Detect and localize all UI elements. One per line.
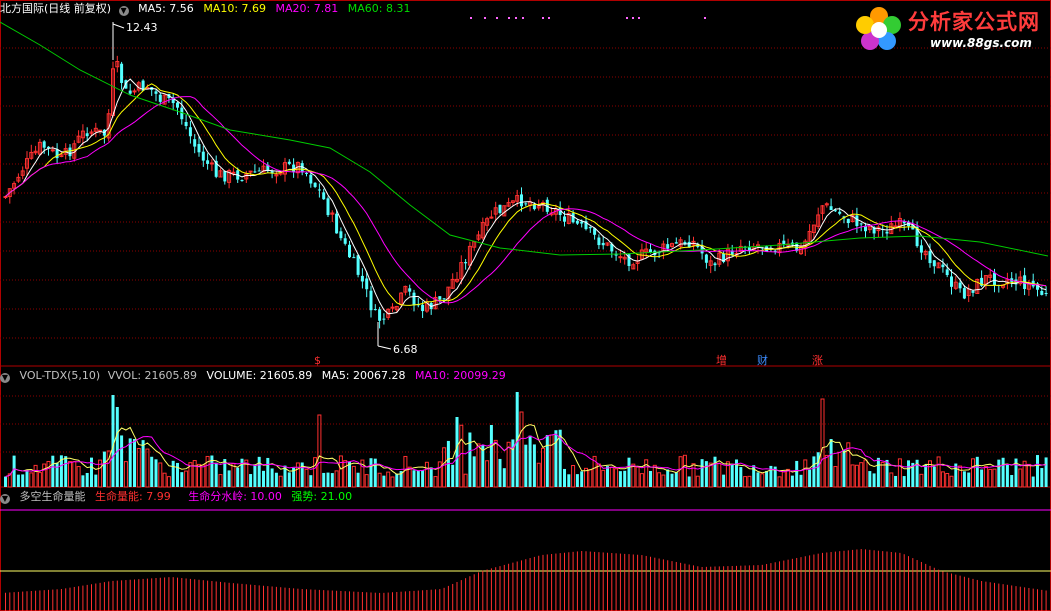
ma20-value: MA20: 7.81 — [275, 2, 339, 15]
indicator-name[interactable]: 多空生命量能 — [20, 490, 86, 503]
annotations: 12.43 6.68 $ 增 财 涨 — [126, 21, 823, 367]
ma20-line — [5, 96, 1047, 304]
logo-url: www.88gs.com — [930, 36, 1032, 50]
grid-lines — [0, 0, 1051, 611]
ma5-value: MA5: 7.56 — [138, 2, 194, 15]
event-marker-zeng[interactable]: 增 — [716, 353, 727, 367]
stock-chart[interactable]: 12.43 6.68 $ 增 财 涨 — [0, 0, 1051, 611]
event-marker-dollar[interactable]: $ — [314, 354, 321, 367]
life-energy-value: 生命量能: 7.99 — [95, 490, 171, 503]
event-marker-cai[interactable]: 财 — [757, 353, 768, 367]
ma60-value: MA60: 8.31 — [347, 2, 411, 15]
site-logo[interactable]: 分析家公式网 www.88gs.com — [852, 4, 1048, 56]
dropdown-icon[interactable]: ▼ — [0, 373, 10, 383]
event-marker-zhang[interactable]: 涨 — [812, 354, 823, 367]
high-price-label: 12.43 — [126, 21, 158, 34]
low-price-label: 6.68 — [393, 343, 418, 356]
ma10-value: MA10: 7.69 — [203, 2, 267, 15]
logo-title: 分析家公式网 — [908, 10, 1040, 34]
dropdown-icon[interactable]: ▼ — [0, 494, 10, 504]
candlesticks — [3, 22, 1048, 350]
moving-average-lines — [0, 21, 1049, 315]
flower-logo-icon — [856, 7, 901, 50]
life-watershed-value: 生命分水岭: 10.00 — [188, 490, 282, 503]
ma5-line — [5, 78, 1047, 315]
ma10-line — [5, 83, 1047, 306]
vvol-value: VVOL: 21605.89 — [107, 369, 198, 382]
volume-ma5-value: MA5: 20067.28 — [321, 369, 406, 382]
volume-bars — [4, 392, 1048, 488]
life-energy-bars — [5, 549, 1047, 611]
volume-value: VOLUME: 21605.89 — [206, 369, 313, 382]
volume-ma10-value: MA10: 20099.29 — [415, 369, 506, 382]
indicator-panel-header: ▼ 多空生命量能 生命量能: 7.99 生命分水岭: 10.00 强势: 21.… — [0, 489, 358, 505]
strong-value: 强势: 21.00 — [291, 490, 353, 503]
stock-name[interactable]: 北方国际(日线 前复权) — [0, 2, 111, 15]
volume-panel-header: ▼ VOL-TDX(5,10) VVOL: 21605.89 VOLUME: 2… — [0, 368, 512, 384]
dropdown-icon[interactable]: ▼ — [118, 6, 129, 16]
volume-indicator-name[interactable]: VOL-TDX(5,10) — [20, 369, 101, 382]
main-panel-header: 北方国际(日线 前复权) ▼ MA5: 7.56 MA10: 7.69 MA20… — [0, 1, 416, 17]
